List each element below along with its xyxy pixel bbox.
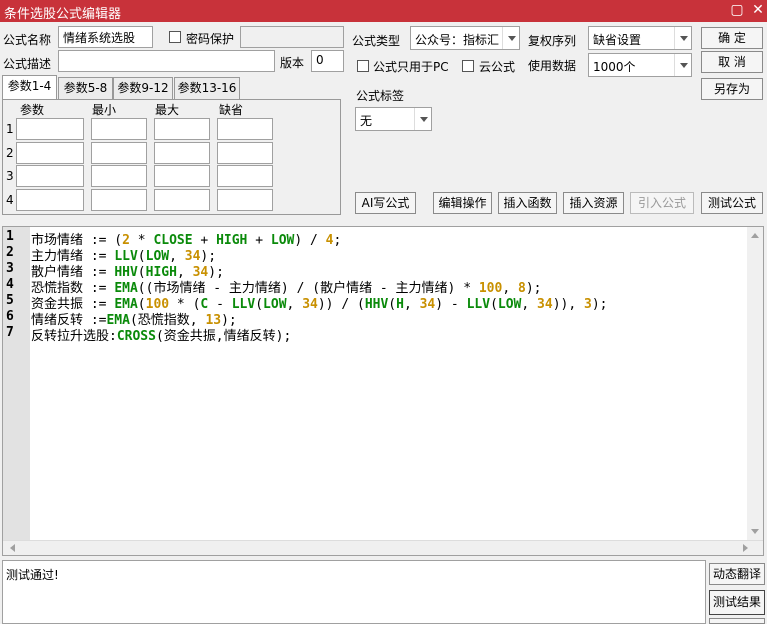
line-number: 4 — [6, 277, 14, 292]
formula-type-value: 公众号：指标汇 — [415, 33, 500, 47]
type-label: 公式类型 — [352, 34, 401, 48]
param2-default-input[interactable] — [217, 142, 273, 164]
data-count-select[interactable]: 1000个 — [588, 53, 692, 77]
dynamic-translate-button[interactable]: 动态翻译 — [709, 563, 765, 585]
param4-min-input[interactable] — [91, 189, 147, 211]
title-bar: 条件选股公式编辑器 ▢ ✕ — [0, 0, 767, 22]
param4-name-input[interactable] — [16, 189, 84, 211]
scroll-arrows — [751, 233, 759, 534]
param3-default-input[interactable] — [217, 165, 273, 187]
adjust-select[interactable]: 缺省设置 — [588, 26, 692, 50]
output-panel: 测试通过! — [2, 560, 706, 624]
line-number: 6 — [6, 309, 14, 324]
line-number: 5 — [6, 293, 14, 308]
formula-name-input[interactable]: 情绪系统选股 — [58, 26, 153, 48]
ok-button[interactable]: 确 定 — [701, 27, 763, 49]
pc-only-label: 公式只用于PC — [373, 60, 449, 74]
adjust-value: 缺省设置 — [593, 33, 642, 47]
edit-operation-button[interactable]: 编辑操作 — [433, 192, 492, 214]
chevron-down-icon — [674, 27, 691, 49]
tab-params-13-16[interactable]: 参数13-16 — [174, 77, 240, 99]
tag-select[interactable]: 无 — [355, 107, 432, 131]
chevron-down-icon — [502, 27, 519, 49]
password-checkbox[interactable] — [169, 31, 181, 43]
close-icon[interactable]: ✕ — [745, 0, 767, 22]
ai-write-button[interactable]: AI写公式 — [355, 192, 416, 214]
horizontal-scrollbar[interactable] — [3, 540, 763, 555]
version-label: 版本 — [280, 56, 305, 70]
line-number: 2 — [6, 245, 14, 260]
param4-default-input[interactable] — [217, 189, 273, 211]
formula-desc-input[interactable] — [58, 50, 275, 72]
param1-name-input[interactable] — [16, 118, 84, 140]
cloud-label: 云公式 — [479, 60, 516, 74]
param-row-label: 2 — [6, 146, 14, 160]
param-row-label: 3 — [6, 169, 14, 183]
param-row-label: 1 — [6, 122, 14, 136]
password-label: 密码保护 — [186, 32, 235, 46]
output-message: 测试通过! — [6, 568, 59, 582]
param3-name-input[interactable] — [16, 165, 84, 187]
chevron-down-icon — [414, 108, 431, 130]
insert-function-button[interactable]: 插入函数 — [498, 192, 557, 214]
tab-params-1-4[interactable]: 参数1-4 — [2, 75, 57, 100]
formula-type-select[interactable]: 公众号：指标汇 — [410, 26, 520, 50]
desc-label: 公式描述 — [3, 57, 52, 71]
param1-min-input[interactable] — [91, 118, 147, 140]
param3-max-input[interactable] — [154, 165, 210, 187]
param-header-name: 参数 — [20, 103, 45, 117]
param-header-default: 缺省 — [219, 103, 244, 117]
tag-value: 无 — [360, 114, 373, 128]
scroll-arrows — [10, 544, 748, 552]
import-formula-button[interactable]: 引入公式 — [630, 192, 694, 214]
password-input[interactable] — [240, 26, 344, 48]
save-as-button[interactable]: 另存为 — [701, 78, 763, 100]
adjust-label: 复权序列 — [528, 34, 577, 48]
line-number: 1 — [6, 229, 14, 244]
window-title: 条件选股公式编辑器 — [4, 7, 122, 22]
code-line: 反转拉升选股:CROSS(资金共振,情绪反转); — [31, 329, 292, 344]
param3-min-input[interactable] — [91, 165, 147, 187]
line-number: 3 — [6, 261, 14, 276]
param-row-label: 4 — [6, 193, 14, 207]
insert-resource-button[interactable]: 插入资源 — [563, 192, 624, 214]
line-number: 7 — [6, 325, 14, 340]
cloud-checkbox[interactable] — [462, 60, 474, 72]
tab-params-5-8[interactable]: 参数5-8 — [58, 77, 113, 99]
data-label: 使用数据 — [528, 59, 577, 73]
chevron-down-icon — [674, 54, 691, 76]
code-editor[interactable]: 1 2 3 4 5 6 7 市场情绪 := (2 * CLOSE + HIGH … — [2, 226, 764, 556]
test-result-button[interactable]: 测试结果 — [709, 590, 765, 615]
param2-name-input[interactable] — [16, 142, 84, 164]
param1-max-input[interactable] — [154, 118, 210, 140]
param2-max-input[interactable] — [154, 142, 210, 164]
tag-label: 公式标签 — [356, 89, 405, 103]
version-input[interactable]: 0 — [311, 50, 344, 72]
vertical-scrollbar[interactable] — [747, 227, 763, 540]
param-header-min: 最小 — [92, 103, 117, 117]
name-label: 公式名称 — [3, 33, 52, 47]
cancel-button[interactable]: 取 消 — [701, 51, 763, 73]
data-count-value: 1000个 — [593, 60, 636, 74]
tab-params-9-12[interactable]: 参数9-12 — [113, 77, 173, 99]
test-formula-button[interactable]: 测试公式 — [701, 192, 763, 214]
more-button[interactable] — [709, 618, 765, 624]
param4-max-input[interactable] — [154, 189, 210, 211]
param2-min-input[interactable] — [91, 142, 147, 164]
param-header-max: 最大 — [155, 103, 180, 117]
param1-default-input[interactable] — [217, 118, 273, 140]
pc-only-checkbox[interactable] — [357, 60, 369, 72]
